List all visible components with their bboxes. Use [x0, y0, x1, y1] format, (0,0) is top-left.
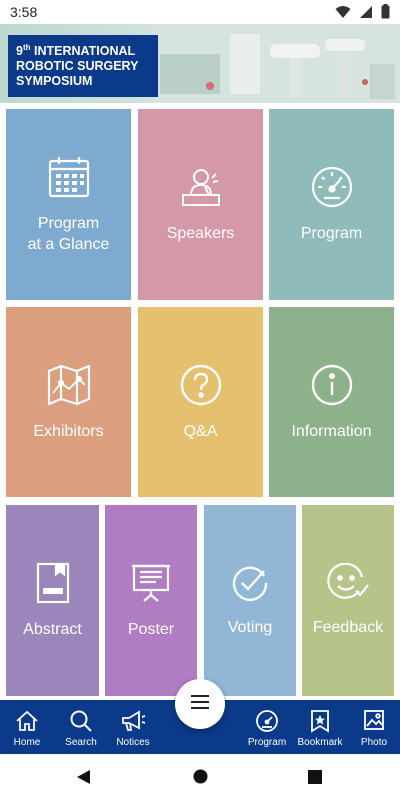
- system-navigation-bar: [0, 754, 400, 800]
- calendar-icon: [47, 155, 91, 199]
- home-circle-icon[interactable]: [193, 769, 208, 789]
- signal-icon: [359, 5, 373, 24]
- home-icon: [15, 709, 39, 733]
- speaker-podium-icon: [179, 165, 223, 209]
- tile-poster[interactable]: Poster: [105, 505, 197, 696]
- clock-dial-icon: [255, 709, 279, 733]
- check-circle-icon: [230, 563, 270, 603]
- nav-bookmark[interactable]: Bookmark: [296, 700, 344, 754]
- nav-label: Search: [65, 737, 97, 748]
- clock-dial-icon: [310, 165, 354, 209]
- tile-speakers[interactable]: Speakers: [138, 109, 263, 300]
- nav-label: Program: [247, 737, 287, 748]
- smiley-check-icon: [326, 563, 370, 603]
- tile-program[interactable]: Program: [269, 109, 394, 300]
- header-banner: 9th INTERNATIONAL ROBOTIC SURGERY SYMPOS…: [0, 24, 400, 103]
- title-ordinal: th: [22, 43, 31, 52]
- nav-label: Home: [13, 737, 41, 748]
- megaphone-icon: [120, 709, 146, 733]
- tile-label: Exhibitors: [33, 422, 104, 440]
- title-line-2: ROBOTIC SURGERY: [16, 59, 139, 74]
- nav-photo[interactable]: Photo: [354, 700, 394, 754]
- menu-button[interactable]: [175, 679, 225, 729]
- tile-label: Voting: [227, 619, 273, 636]
- nav-notices[interactable]: Notices: [110, 700, 156, 754]
- status-icons: [335, 4, 390, 24]
- back-icon[interactable]: [76, 769, 92, 790]
- map-icon: [46, 363, 92, 407]
- photo-icon: [363, 709, 385, 733]
- status-bar: 3:58: [0, 0, 400, 24]
- tile-label: Abstract: [23, 621, 82, 638]
- tile-label: Program: [300, 225, 363, 242]
- tile-exhibitors[interactable]: Exhibitors: [6, 307, 131, 497]
- tile-abstract[interactable]: Abstract: [6, 505, 99, 696]
- tile-voting[interactable]: Voting: [204, 505, 296, 696]
- tile-label: Poster: [127, 621, 175, 638]
- nav-label: Bookmark: [297, 737, 343, 748]
- nav-program[interactable]: Program: [245, 700, 289, 754]
- presentation-board-icon: [131, 561, 171, 605]
- tile-information[interactable]: Information: [269, 307, 394, 497]
- tile-program-at-a-glance[interactable]: Program at a Glance: [6, 109, 131, 300]
- title-line-1: 9th INTERNATIONAL: [16, 40, 158, 59]
- battery-icon: [381, 4, 390, 24]
- question-circle-icon: [179, 363, 223, 407]
- nav-search[interactable]: Search: [60, 700, 102, 754]
- tile-label: Information: [291, 422, 372, 440]
- symposium-title: 9th INTERNATIONAL ROBOTIC SURGERY SYMPOS…: [8, 35, 158, 97]
- bookmark-star-icon: [309, 709, 331, 733]
- banner-photo: [150, 24, 400, 103]
- status-time: 3:58: [10, 4, 38, 20]
- nav-home[interactable]: Home: [6, 700, 48, 754]
- title-line-1-text: INTERNATIONAL: [30, 44, 136, 59]
- title-number: 9: [16, 44, 23, 59]
- info-circle-icon: [310, 363, 354, 407]
- search-icon: [69, 709, 93, 733]
- tile-feedback[interactable]: Feedback: [302, 505, 394, 696]
- recents-square-icon[interactable]: [308, 770, 322, 789]
- tile-label: Feedback: [312, 619, 384, 636]
- tile-q-and-a[interactable]: Q&A: [138, 307, 263, 497]
- document-bookmark-icon: [35, 561, 71, 605]
- title-line-3: SYMPOSIUM: [16, 74, 93, 89]
- wifi-icon: [335, 5, 351, 24]
- tile-label: Program at a Glance: [27, 214, 110, 253]
- nav-label: Notices: [116, 737, 150, 748]
- tile-label: Q&A: [183, 422, 218, 440]
- nav-label: Photo: [360, 737, 388, 748]
- tile-label: Speakers: [166, 225, 235, 242]
- menu-icon: [191, 694, 209, 714]
